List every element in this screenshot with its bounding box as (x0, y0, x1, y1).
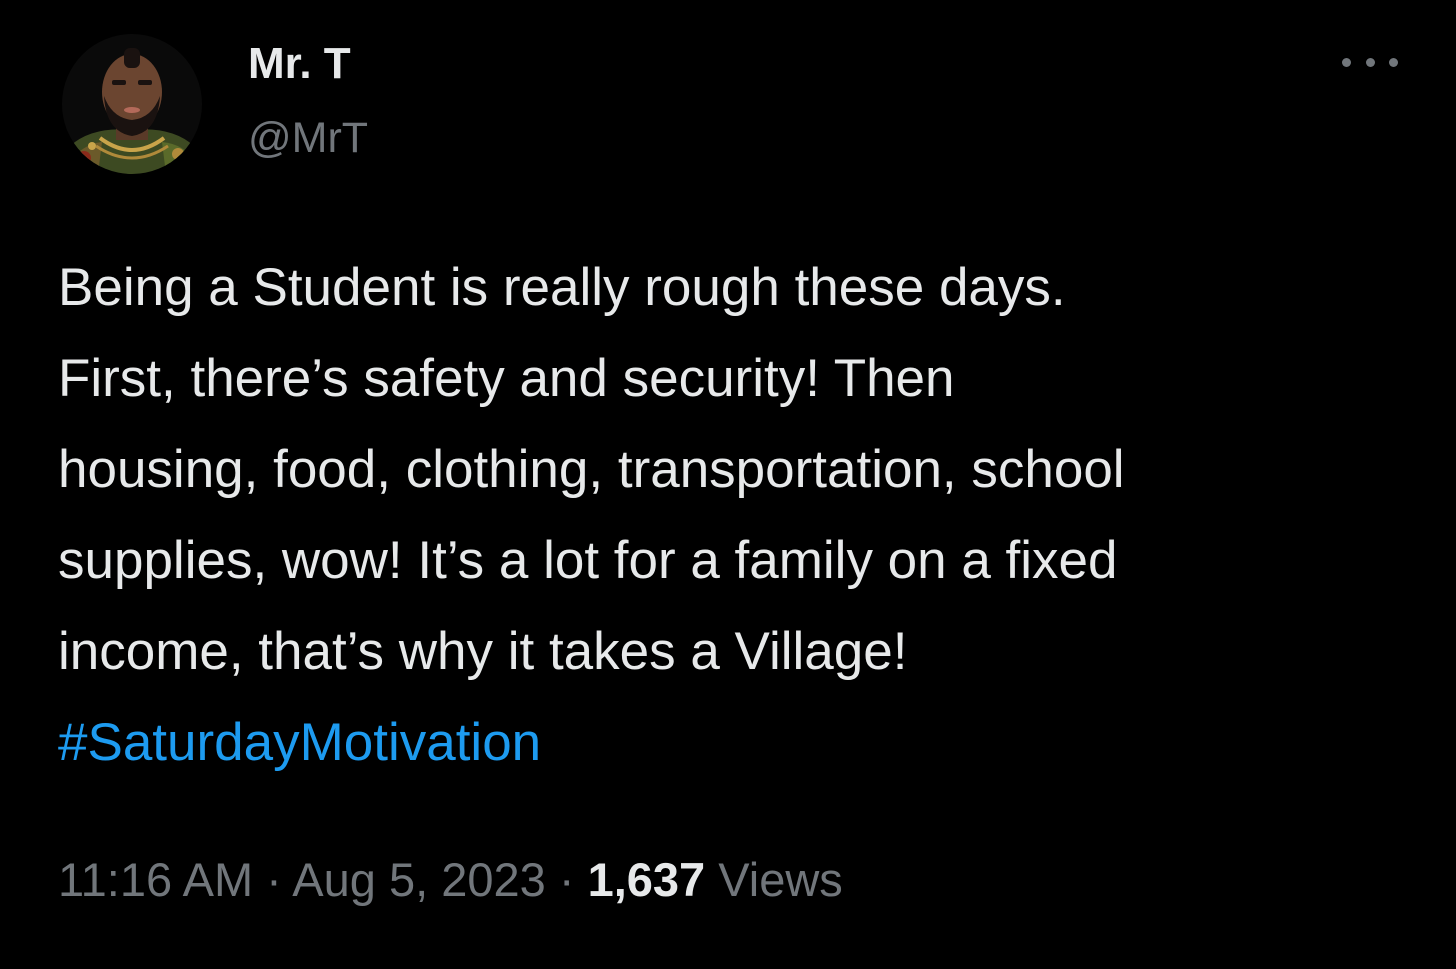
tweet-time[interactable]: 11:16 AM (58, 853, 253, 906)
author-block: Mr. T @MrT (248, 38, 368, 164)
tweet-date[interactable]: Aug 5, 2023 (292, 853, 546, 906)
tweet-text-line: First, there’s safety and security! Then (58, 349, 955, 408)
meta-separator: · (266, 853, 282, 906)
ellipsis-icon (1389, 57, 1398, 67)
tweet-meta: 11:16 AM · Aug 5, 2023 · 1,637 Views (58, 848, 843, 912)
hashtag-link[interactable]: #SaturdayMotivation (58, 697, 1418, 788)
tweet-text-line: income, that’s why it takes a Village! (58, 622, 908, 681)
more-options-button[interactable] (1338, 48, 1402, 76)
author-display-name[interactable]: Mr. T (248, 38, 368, 90)
views-count: 1,637 (587, 853, 706, 906)
ellipsis-icon (1342, 57, 1351, 67)
views-label: Views (718, 853, 843, 906)
tweet-text: Being a Student is really rough these da… (58, 242, 1418, 788)
ellipsis-icon (1365, 57, 1375, 67)
tweet-text-line: supplies, wow! It’s a lot for a family o… (58, 531, 1118, 590)
tweet-text-line: housing, food, clothing, transportation,… (58, 440, 1125, 499)
avatar-image (62, 34, 202, 174)
tweet: Mr. T @MrT Being a Student is really rou… (0, 0, 1456, 969)
author-handle[interactable]: @MrT (248, 112, 368, 164)
avatar[interactable] (62, 34, 202, 174)
tweet-text-line: Being a Student is really rough these da… (58, 258, 1066, 317)
meta-separator: · (558, 853, 575, 906)
